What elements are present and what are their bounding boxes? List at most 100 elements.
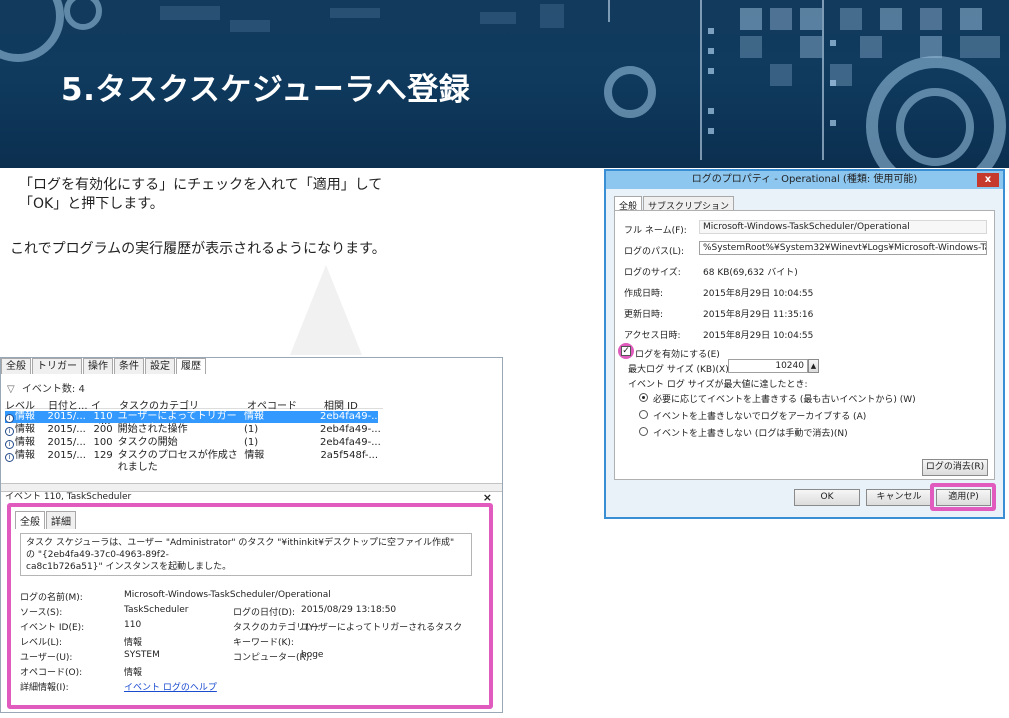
field-value: SYSTEM	[124, 650, 160, 660]
enable-logging-checkbox[interactable]: ✓	[621, 346, 631, 356]
max-size-label: 最大ログ サイズ (KB)(X):	[628, 365, 732, 375]
instruction-text: 「ログを有効化にする」にチェックを入れて「適用」して 「OK」と押下します。	[19, 176, 382, 214]
column-header[interactable]: タスクのカテゴリ	[119, 397, 247, 412]
modified-label: 更新日時:	[624, 310, 664, 320]
full-name-field: Microsoft-Windows-TaskScheduler/Operatio…	[699, 220, 987, 234]
cancel-button[interactable]: キャンセル	[866, 489, 932, 506]
tab-detail-details[interactable]: 詳細	[46, 511, 76, 529]
overwrite-radio[interactable]	[639, 393, 648, 402]
info-icon: i	[5, 440, 14, 449]
field-value: 情報	[124, 638, 143, 648]
column-header[interactable]: イベ...	[91, 397, 119, 427]
field-label: イベント ID(E):	[20, 623, 85, 633]
field-value: Microsoft-Windows-TaskScheduler/Operatio…	[124, 590, 331, 600]
column-header[interactable]: オペコード	[247, 397, 324, 412]
cell-category: タスクのプロセスが作成されました	[117, 450, 238, 473]
clear-log-button[interactable]: ログの消去(R)	[922, 459, 988, 476]
field-label: ログの名前(M):	[20, 593, 83, 603]
dialog-title-bar: ログのプロパティ - Operational (種類: 使用可能) x	[606, 171, 1003, 189]
overwrite-label: 必要に応じてイベントを上書きする (最も古いイベントから) (W)	[653, 395, 916, 405]
decor-arrow	[290, 265, 362, 355]
field-label: ユーザー(U):	[20, 653, 73, 663]
created-value: 2015年8月29日 10:04:55	[703, 289, 814, 299]
field-value: ユーザーによってトリガーされるタスク	[301, 623, 463, 633]
field-value: TaskScheduler	[124, 605, 189, 615]
cell-correlation: 2eb4fa49-...	[320, 437, 381, 448]
field-value: 110	[124, 620, 142, 630]
tab-triggers[interactable]: トリガー	[32, 358, 82, 374]
apply-button[interactable]: 適用(P)	[936, 489, 991, 506]
field-label: 詳細情報(I):	[20, 683, 69, 693]
event-detail-header: イベント 110, TaskScheduler ×	[1, 492, 502, 503]
general-panel: フル ネーム(F): Microsoft-Windows-TaskSchedul…	[614, 210, 995, 480]
table-row[interactable]: i 情報 2015/... 110 ユーザーによってトリガーされるタスク 情報 2…	[5, 411, 381, 434]
close-icon[interactable]: ×	[483, 492, 492, 503]
field-value: 2015/08/29 13:18:50	[301, 605, 397, 615]
modified-value: 2015年8月29日 11:35:16	[703, 310, 814, 320]
event-message-line: タスク スケジューラは、ユーザー "Administrator" のタスク "¥…	[26, 538, 455, 560]
header-banner: 5.タスクスケジューラへ登録	[0, 0, 1009, 168]
event-detail-title: イベント 110, TaskScheduler	[5, 492, 132, 502]
decor-ring	[896, 88, 974, 166]
log-size-value: 68 KB(69,632 バイト)	[703, 268, 798, 278]
decor-ring	[604, 66, 656, 118]
cell-category: タスクの開始	[117, 437, 178, 448]
tab-settings[interactable]: 設定	[145, 358, 175, 374]
spinner-icon[interactable]: ▲	[808, 359, 819, 373]
cell-event-id: 110	[93, 411, 113, 422]
column-header[interactable]: レベル	[5, 397, 48, 412]
info-icon: i	[5, 453, 14, 462]
field-value: 情報	[124, 668, 143, 678]
log-size-label: ログのサイズ:	[624, 268, 681, 278]
field-label: レベル(L):	[20, 638, 63, 648]
log-path-field[interactable]: %SystemRoot%¥System32¥Winevt¥Logs¥Micros…	[699, 241, 987, 255]
field-label: キーワード(K):	[233, 638, 294, 648]
table-row[interactable]: i 情報 2015/... 100 タスクの開始 (1) 2eb4fa49-...	[5, 437, 381, 449]
cell-date: 2015/...	[47, 450, 86, 461]
pane-splitter[interactable]	[1, 483, 502, 492]
filter-icon: ▽	[7, 384, 15, 395]
full-name-label: フル ネーム(F):	[624, 226, 687, 236]
archive-radio[interactable]	[639, 410, 648, 419]
cell-date: 2015/...	[47, 437, 86, 448]
table-row[interactable]: i 情報 2015/... 129 タスクのプロセスが作成されました 情報 2a5…	[5, 450, 379, 473]
decor-ring	[0, 0, 64, 62]
event-message-line: ca8c1b726a51}" インスタンスを起動しました。	[26, 562, 232, 572]
tab-conditions[interactable]: 条件	[114, 358, 144, 374]
cell-level: 情報	[15, 411, 35, 422]
cell-opcode: 情報	[244, 450, 265, 461]
cell-category: 開始された操作	[117, 424, 188, 435]
cell-correlation: 2eb4fa49-...	[320, 424, 381, 435]
decor-ring	[64, 0, 102, 30]
event-log-help-link[interactable]: イベント ログのヘルプ	[124, 680, 217, 693]
cell-correlation: 2eb4fa49-...	[320, 411, 381, 422]
info-icon: i	[5, 414, 14, 423]
event-count: イベント数: 4	[21, 384, 85, 395]
tab-general[interactable]: 全般	[1, 358, 31, 374]
ok-button[interactable]: OK	[794, 489, 860, 506]
cell-opcode: 情報	[243, 411, 264, 422]
table-row[interactable]: i 情報 2015/... 200 開始された操作 (1) 2eb4fa49-..…	[5, 424, 381, 436]
close-button[interactable]: x	[977, 173, 999, 187]
tab-detail-general[interactable]: 全般	[15, 511, 45, 529]
log-path-label: ログのパス(L):	[624, 247, 685, 257]
tab-actions[interactable]: 操作	[83, 358, 113, 374]
column-header[interactable]: 日付と...	[48, 397, 91, 412]
detail-tabs: 全般 詳細	[15, 511, 77, 529]
manual-clear-label: イベントを上書きしない (ログは手動で消去)(N)	[653, 429, 848, 439]
cell-level: 情報	[15, 450, 35, 461]
cell-level: 情報	[15, 437, 35, 448]
log-properties-dialog: ログのプロパティ - Operational (種類: 使用可能) x 全般 サ…	[604, 169, 1005, 519]
cell-correlation: 2a5f548f-...	[320, 450, 379, 461]
manual-clear-radio[interactable]	[639, 427, 648, 436]
task-history-panel: 全般 トリガー 操作 条件 設定 履歴 ▽ イベント数: 4 レベル 日付と..…	[0, 357, 503, 713]
slide-title: 5.タスクスケジューラへ登録	[61, 72, 471, 108]
max-size-input[interactable]: 10240	[728, 359, 808, 373]
tab-history[interactable]: 履歴	[176, 358, 206, 374]
cell-date: 2015/...	[47, 424, 86, 435]
cell-opcode: (1)	[243, 437, 259, 448]
info-icon: i	[5, 427, 14, 436]
task-tabs: 全般 トリガー 操作 条件 設定 履歴	[1, 358, 207, 374]
column-header[interactable]: 相関 ID	[324, 397, 382, 412]
archive-label: イベントを上書きしないでログをアーカイブする (A)	[653, 412, 867, 422]
